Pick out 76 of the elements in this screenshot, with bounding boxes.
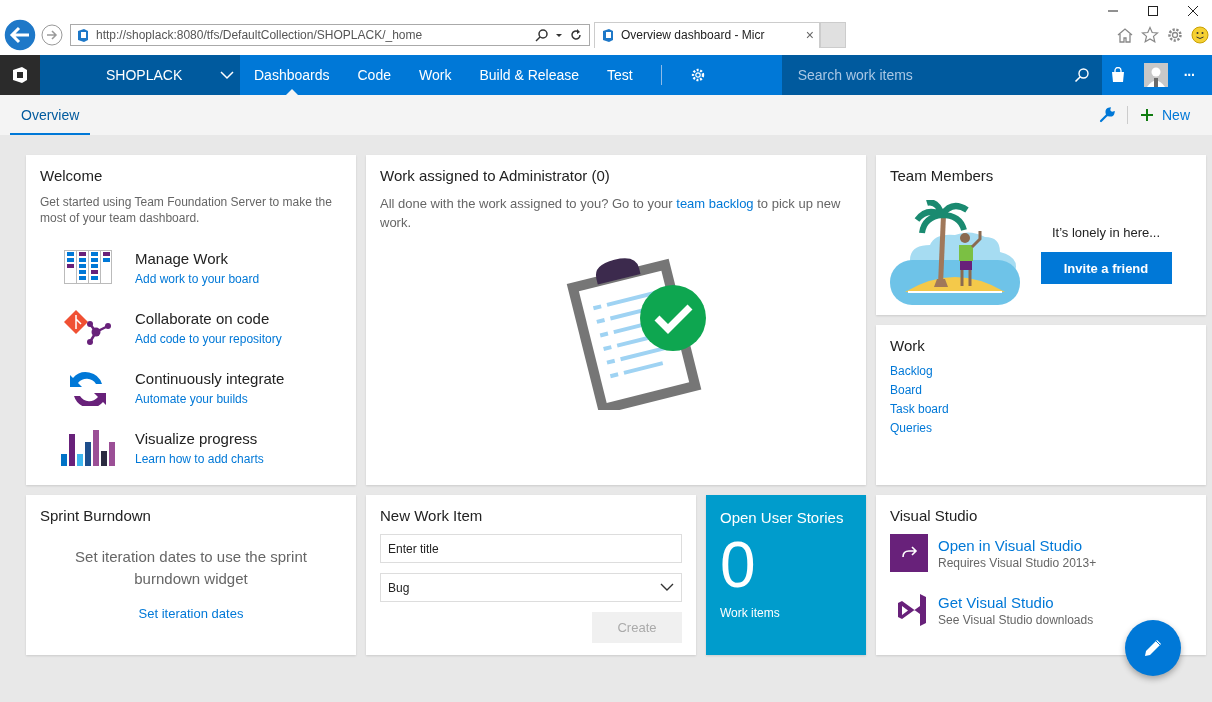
intro-text: Get started using Team Foundation Server to make the most of your team dashboard. [40,194,333,226]
site-logo-icon [75,26,91,43]
nav-tab[interactable]: Code [343,55,405,95]
widget-title: Welcome [40,167,104,184]
settings-icon[interactable] [689,67,706,83]
work-link[interactable]: Backlog [890,364,1192,378]
chevron-down-icon [660,583,674,592]
work-link[interactable]: Queries [890,421,1192,435]
item-link[interactable]: Get Visual Studio [938,593,1094,611]
message-text: All done with the work assigned to you? Go to your team backlog to pick up new work. [380,195,842,232]
widget-title: Work [890,337,926,354]
tile-caption: Work items [720,606,781,620]
search-icon[interactable] [535,27,549,42]
tile-title: Open User Stories [720,509,845,526]
tab-title: Overview dashboard - Micr [621,28,766,42]
git-branch-icon [63,310,112,346]
nav-tab[interactable]: Test [593,55,647,95]
close-icon[interactable] [1186,4,1200,18]
item-subtitle: See Visual Studio downloads [938,612,1094,627]
settings-icon[interactable] [1166,25,1184,44]
project-selector[interactable]: SHOPLACK [40,55,240,95]
back-button-icon[interactable] [3,17,37,52]
item-title: Continuously integrate [135,369,285,387]
item-title: Manage Work [135,249,230,267]
item-link[interactable]: Open in Visual Studio [938,536,1097,554]
set-dates-link[interactable]: Set iteration dates [138,606,244,621]
title-input[interactable]: Enter title [380,534,682,563]
item-link[interactable]: Add code to your repository [135,331,282,346]
shopping-bag-icon[interactable] [1109,67,1126,83]
product-logo[interactable] [0,55,40,95]
search-field[interactable]: Search work items [781,55,1102,95]
edit-button[interactable] [1125,620,1181,676]
item-title: Visualize progress [135,429,259,447]
type-dropdown[interactable]: Bug [380,573,682,602]
item-link[interactable]: Add work to your board [135,271,260,286]
search-input[interactable]: Search work items [795,66,1074,84]
new-button[interactable]: New [1140,107,1200,123]
work-link[interactable]: Task board [890,402,1192,416]
address-bar[interactable]: http://shoplack:8080/tfs/DefaultCollection/SHOPLACK/_home [70,23,590,46]
plus-icon [1140,108,1154,122]
message-text: Set iteration dates to use the sprint burndown widget [74,547,308,589]
work-link[interactable]: Board [890,383,1192,397]
forward-button-icon[interactable] [41,23,63,46]
wrench-icon[interactable] [1099,107,1115,123]
item-link[interactable]: Automate your builds [135,391,248,406]
more-options-button[interactable]: ··· [1183,67,1195,83]
count-value: 0 [720,530,757,600]
refresh-icon[interactable] [569,27,583,42]
tab-close-button[interactable]: × [805,27,814,43]
widget-title: Sprint Burndown [40,507,152,524]
invite-button[interactable]: Invite a friend [1040,252,1172,284]
item-title: Collaborate on code [135,309,271,327]
nav-tab[interactable]: Dashboards [240,55,344,95]
nav-tab[interactable]: Work [404,55,466,95]
pencil-icon [1142,637,1164,659]
item-link[interactable]: Learn how to add charts [135,451,264,466]
widget-title: Visual Studio [890,507,979,524]
user-avatar-icon[interactable] [1143,63,1168,87]
kanban-board-icon [63,250,112,286]
maximize-icon[interactable] [1146,4,1160,18]
chevron-down-icon [220,70,234,80]
site-logo-icon [600,27,616,43]
message-text: It’s lonely in here... [1051,225,1161,240]
team-backlog-link[interactable]: team backlog [676,196,754,211]
widget-title: New Work Item [380,507,484,524]
browser-tab[interactable]: Overview dashboard - Micr × [594,21,820,48]
nav-tab[interactable]: Build & Release [465,55,593,95]
bar-chart-icon [60,430,115,466]
widget-title: Work assigned to Administrator (0) [380,167,611,184]
url-text: http://shoplack:8080/tfs/DefaultCollection/SHOPLACK/_home [96,27,423,42]
search-icon[interactable] [1073,67,1090,83]
star-icon[interactable] [1141,25,1159,44]
item-subtitle: Requires Visual Studio 2013+ [938,555,1097,570]
smiley-icon[interactable] [1191,25,1209,44]
logo-icon [11,66,29,84]
widget-title: Team Members [890,167,995,184]
